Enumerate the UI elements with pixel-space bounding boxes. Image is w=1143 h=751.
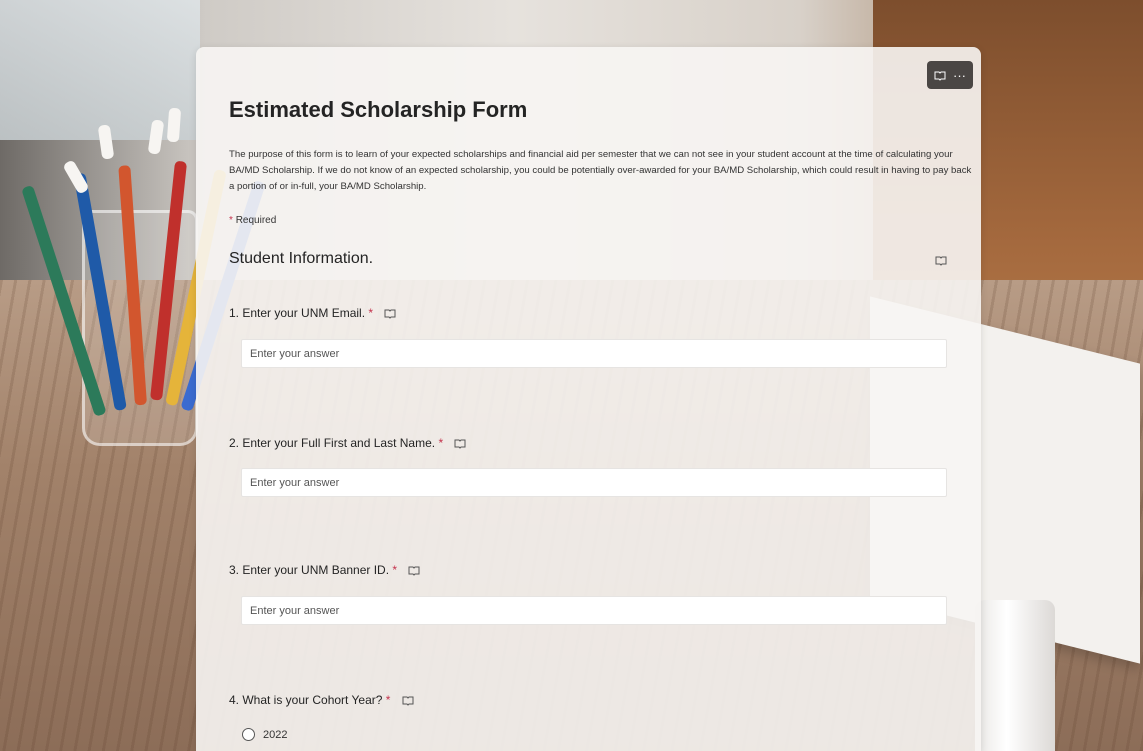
form-card: ··· Estimated Scholarship Form The purpo… <box>196 47 981 751</box>
required-label: Required <box>235 215 277 226</box>
question-text: 2. Enter your Full First and Last Name. <box>229 436 436 450</box>
question-1-label: 1. Enter your UNM Email. * <box>229 306 396 320</box>
option-label: 2022 <box>263 728 288 741</box>
section-title: Student Information. <box>229 250 374 267</box>
required-asterisk: * <box>385 693 391 707</box>
full-name-field[interactable] <box>241 468 947 497</box>
marker-cap <box>166 107 182 143</box>
immersive-reader-icon[interactable] <box>454 438 466 450</box>
banner-id-field[interactable] <box>241 596 947 625</box>
immersive-reader-icon[interactable] <box>935 252 947 270</box>
required-asterisk: * <box>368 306 374 320</box>
form-description: The purpose of this form is to learn of … <box>229 149 972 192</box>
form-title: Estimated Scholarship Form <box>229 97 528 122</box>
radio-button[interactable] <box>242 728 255 741</box>
background-mug <box>975 600 1055 751</box>
immersive-reader-icon[interactable] <box>384 308 396 320</box>
email-field[interactable] <box>241 339 947 368</box>
question-text: 4. What is your Cohort Year? <box>229 693 383 707</box>
question-2-label: 2. Enter your Full First and Last Name. … <box>229 436 466 450</box>
more-options-button[interactable]: ··· <box>953 69 966 82</box>
required-asterisk: * <box>392 563 398 577</box>
question-3-label: 3. Enter your UNM Banner ID. * <box>229 563 420 577</box>
question-text: 1. Enter your UNM Email. <box>229 306 366 320</box>
required-asterisk: * <box>229 215 233 226</box>
immersive-reader-icon[interactable] <box>402 695 414 707</box>
immersive-reader-icon[interactable] <box>934 68 946 82</box>
question-4-label: 4. What is your Cohort Year? * <box>229 693 414 707</box>
required-note: * Required <box>229 215 276 226</box>
question-text: 3. Enter your UNM Banner ID. <box>229 563 390 577</box>
required-asterisk: * <box>438 436 444 450</box>
form-toolbar: ··· <box>927 61 973 89</box>
cohort-option-2022[interactable]: 2022 <box>242 728 287 741</box>
immersive-reader-icon[interactable] <box>408 565 420 577</box>
